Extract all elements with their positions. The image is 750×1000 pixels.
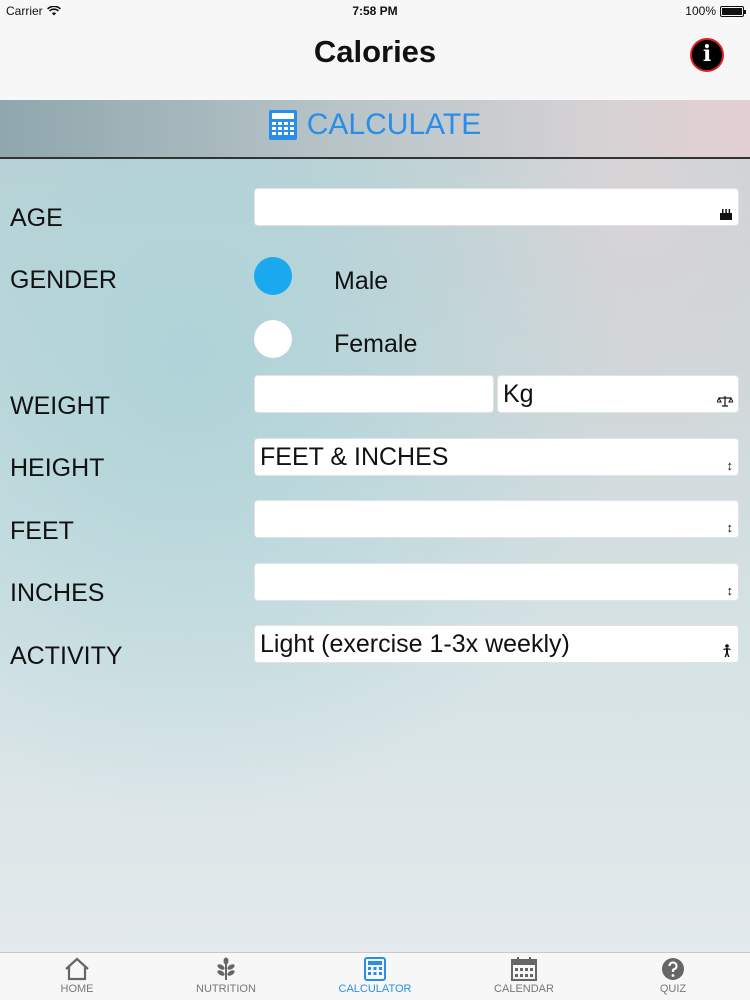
activity-select[interactable]: Light (exercise 1-3x weekly)	[254, 625, 739, 663]
scale-icon	[716, 395, 734, 410]
tab-home[interactable]: HOME	[2, 955, 152, 995]
inches-select[interactable]: ↕	[254, 563, 739, 601]
tab-calculator[interactable]: CALCULATOR	[300, 955, 450, 995]
weight-unit-select[interactable]: Kg	[497, 375, 739, 413]
calculate-label: CALCULATE	[306, 108, 482, 141]
age-field[interactable]	[254, 188, 739, 226]
feet-label: FEET	[10, 517, 74, 545]
gender-female-radio[interactable]	[254, 320, 292, 358]
calculate-button[interactable]: CALCULATE	[0, 108, 750, 142]
gender-male-radio[interactable]	[254, 257, 292, 295]
calculator-content: CALCULATE AGE GENDER Male Female WEIGHT …	[0, 100, 750, 952]
height-label: HEIGHT	[10, 454, 105, 482]
tab-calendar-label: CALENDAR	[494, 983, 554, 995]
tab-calendar[interactable]: CALENDAR	[449, 955, 599, 995]
tab-quiz-label: QUIZ	[659, 983, 687, 995]
info-icon[interactable]: i	[690, 38, 724, 72]
page-title: Calories	[313, 34, 437, 69]
status-bar: Carrier 7:58 PM 100%	[0, 0, 750, 22]
tab-nutrition[interactable]: NUTRITION	[151, 955, 301, 995]
battery-icon	[720, 5, 746, 17]
feet-select[interactable]: ↕	[254, 500, 739, 538]
status-time: 7:58 PM	[352, 4, 398, 18]
navigation-bar: Calories i	[0, 22, 750, 100]
tab-home-label: HOME	[60, 983, 94, 995]
calculate-header: CALCULATE	[0, 100, 750, 159]
up-down-arrow-icon: ↕	[726, 583, 734, 598]
tab-calculator-label: CALCULATOR	[338, 983, 412, 995]
height-unit-select[interactable]: FEET & INCHES ↕	[254, 438, 739, 476]
activity-label: ACTIVITY	[10, 642, 123, 670]
gender-label: GENDER	[10, 266, 117, 294]
leaf-icon	[217, 957, 235, 980]
tab-quiz[interactable]: QUIZ	[598, 955, 748, 995]
inches-label: INCHES	[10, 579, 105, 607]
gender-female-label: Female	[334, 330, 418, 358]
weight-label: WEIGHT	[10, 392, 110, 420]
birthday-cake-icon	[719, 208, 733, 223]
age-label: AGE	[10, 204, 63, 232]
question-icon	[662, 958, 684, 980]
battery-percent: 100%	[685, 4, 716, 18]
tab-nutrition-label: NUTRITION	[196, 983, 256, 995]
tab-bar: HOME NUTRITION CALCULATOR CALENDAR QUIZ	[0, 952, 750, 1000]
running-person-icon	[721, 644, 733, 660]
gender-male-label: Male	[334, 267, 389, 295]
weight-field[interactable]	[254, 375, 494, 413]
up-down-arrow-icon: ↕	[726, 520, 734, 535]
up-down-arrow-icon: ↕	[726, 458, 734, 473]
calculator-icon	[268, 110, 297, 140]
home-icon	[65, 957, 89, 981]
calendar-icon	[511, 957, 537, 981]
calculator-icon	[364, 957, 386, 981]
